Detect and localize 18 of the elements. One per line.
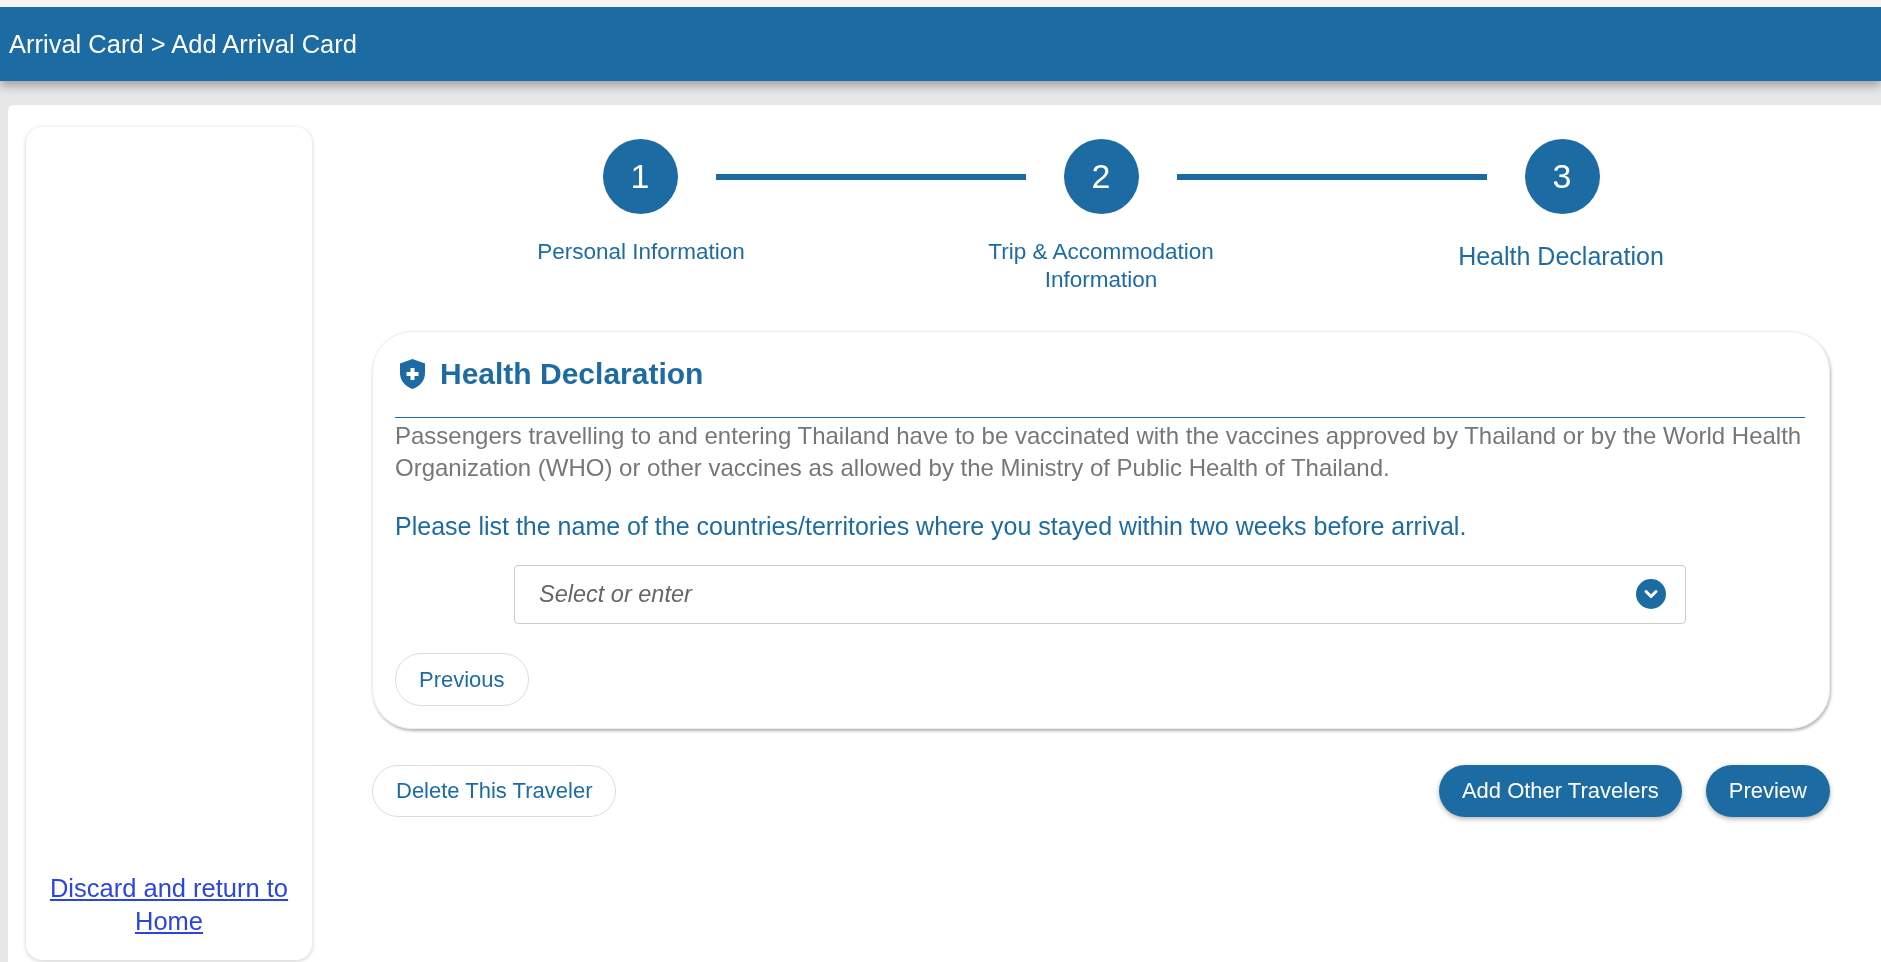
- chevron-down-icon: [1636, 579, 1666, 609]
- discard-link[interactable]: Discard and return to Home: [42, 872, 296, 938]
- outline-button[interactable]: Delete This Traveler: [372, 765, 617, 817]
- country-select[interactable]: Select or enter: [514, 565, 1686, 624]
- shield-plus-icon: [400, 359, 425, 389]
- primary-button[interactable]: Preview: [1705, 765, 1830, 817]
- step-label: Trip & Accommodation Information: [987, 238, 1215, 294]
- step-label: Personal Information: [537, 238, 745, 266]
- primary-button[interactable]: Add Other Travelers: [1438, 765, 1682, 817]
- breadcrumb: Arrival Card > Add Arrival Card: [9, 29, 357, 59]
- vaccination-notice: Passengers travelling to and entering Thailand have to be vaccinated with the vaccines approved by Thailand or by the World Health Organization (WHO) or other vaccines as allowed by the Ministry of Public Health of Thailand.: [395, 421, 1803, 483]
- step-number: 2: [1063, 139, 1139, 214]
- step-number: 3: [1524, 139, 1600, 214]
- countries-question: Please list the name of the countries/territories where you stayed within two weeks before arrival.: [395, 511, 1468, 542]
- previous-button[interactable]: Previous: [395, 653, 529, 706]
- section-title: Health Declaration: [440, 356, 704, 392]
- step-label: Health Declaration: [1458, 241, 1664, 272]
- step-number: 1: [602, 139, 678, 214]
